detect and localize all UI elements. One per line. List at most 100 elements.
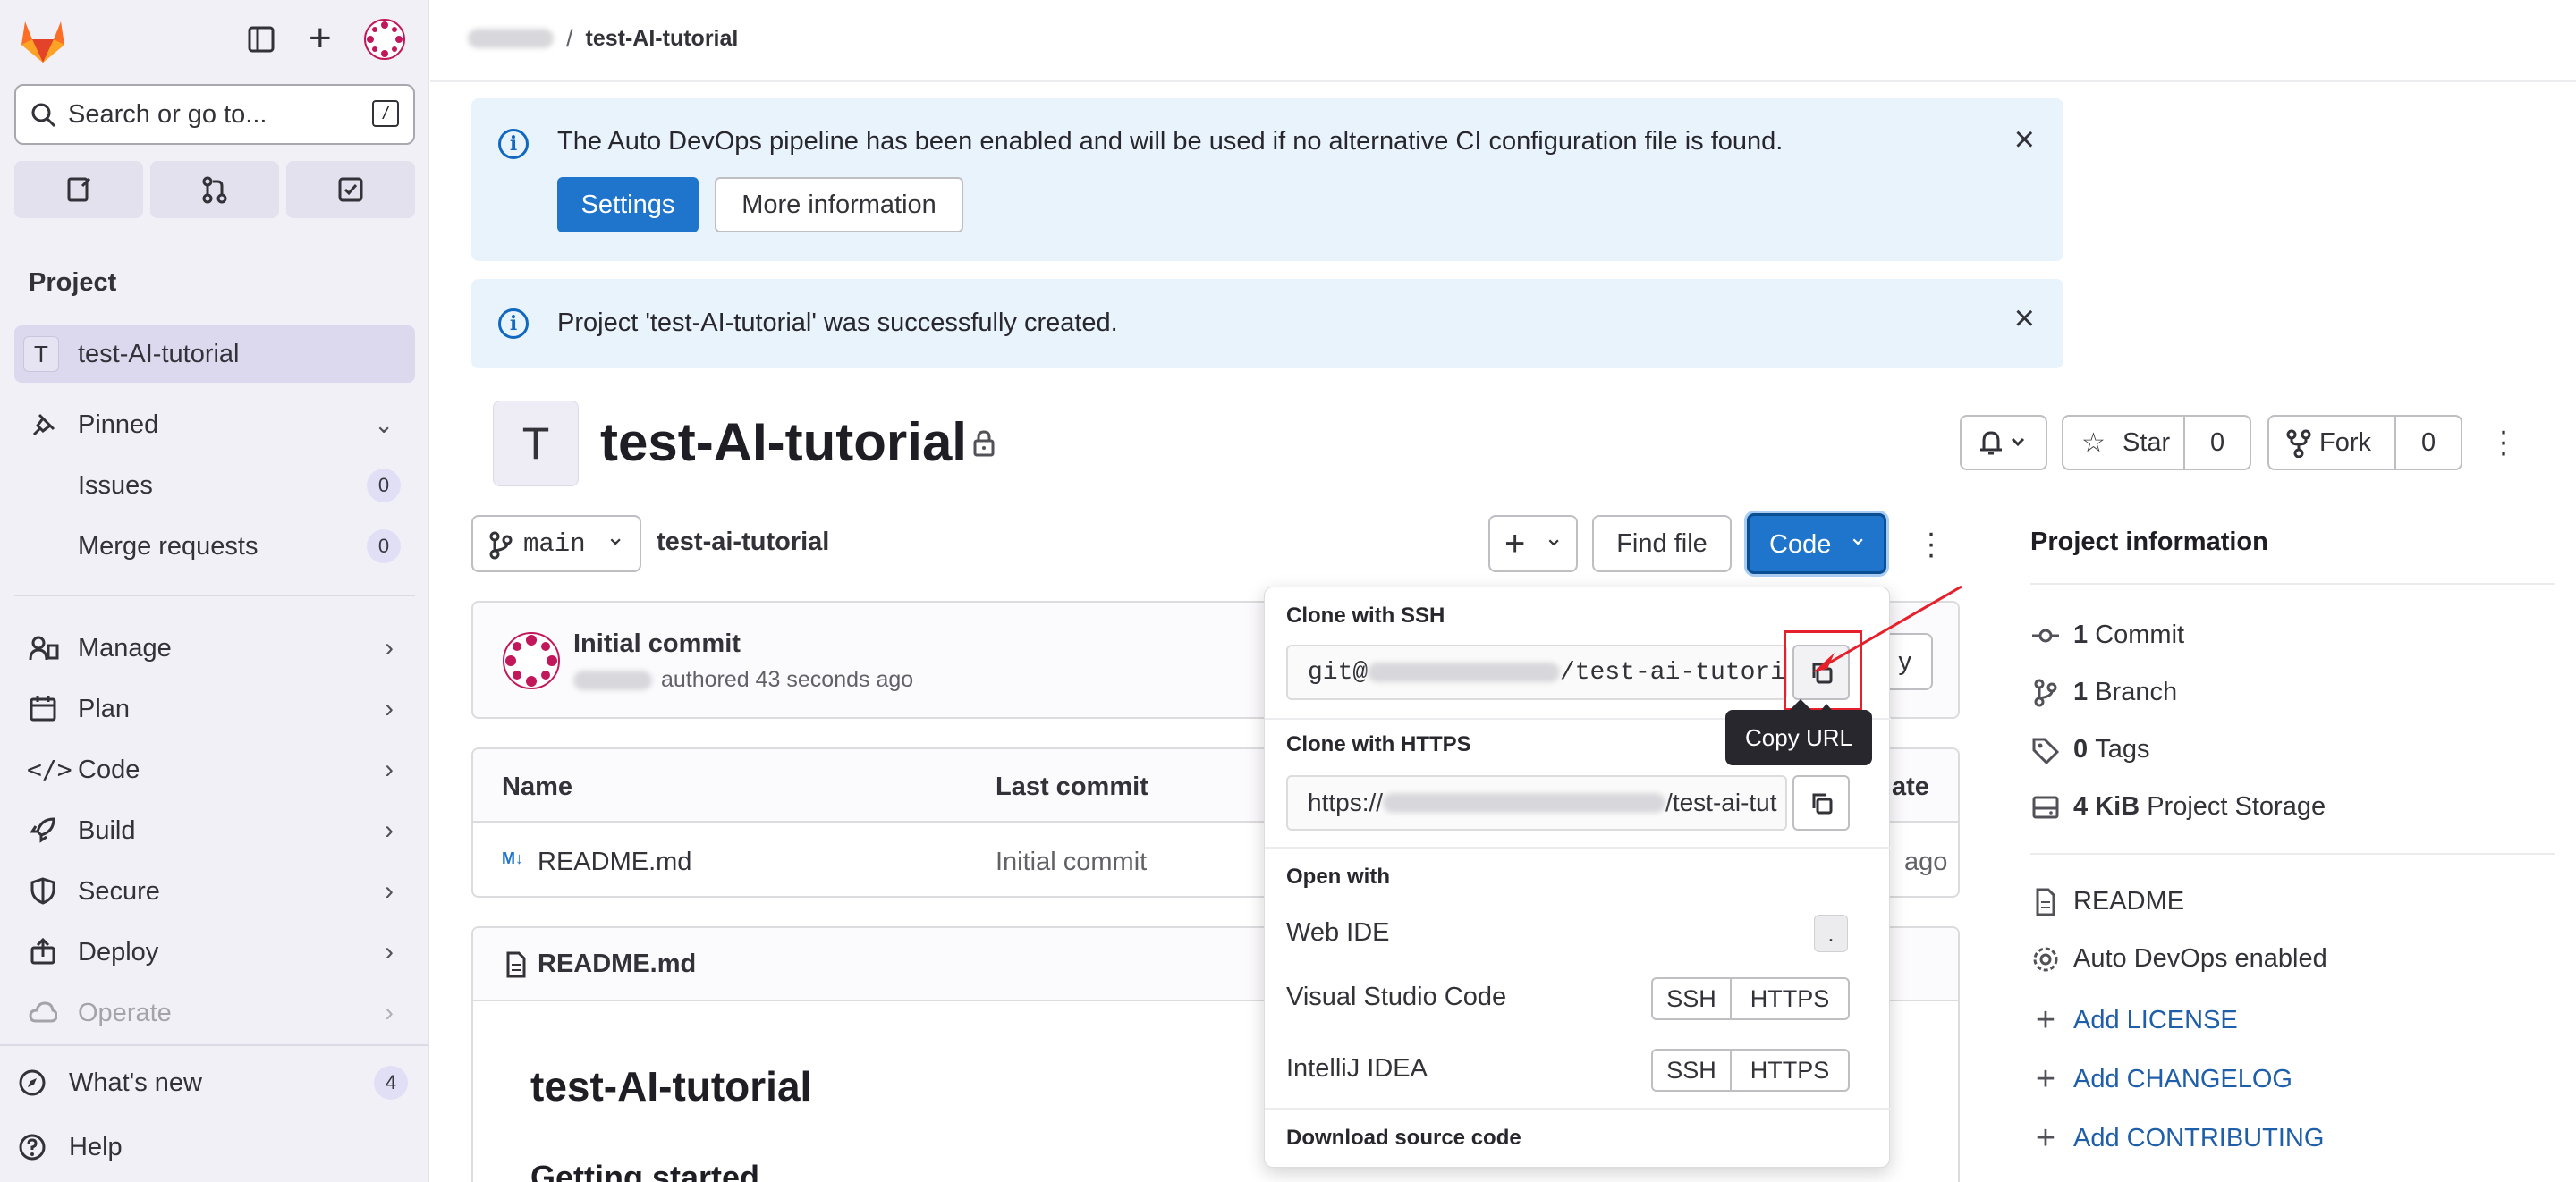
chevron-down-icon: ⌄ <box>374 410 394 438</box>
chevron-right-icon: › <box>385 876 394 906</box>
fork-button[interactable]: Fork 0 <box>2267 415 2462 470</box>
web-ide-label[interactable]: Web IDE <box>1286 918 1390 948</box>
file-last-commit[interactable]: Initial commit <box>996 848 1147 877</box>
plus-icon: + <box>2035 1001 2056 1039</box>
branch-selector[interactable]: main ⌄ <box>471 515 641 572</box>
sidebar-item-manage[interactable]: Manage › <box>16 621 415 676</box>
fork-count: 0 <box>2421 427 2436 457</box>
chevron-down-icon: ⌄ <box>1544 524 1563 551</box>
sidebar-item-label: Plan <box>78 694 131 723</box>
sidebar-item-operate[interactable]: Operate › <box>16 985 415 1041</box>
star-button[interactable]: ☆ Star 0 <box>2062 415 2251 470</box>
add-contributing-link[interactable]: + Add CONTRIBUTING <box>2030 1119 2324 1158</box>
file-name[interactable]: README.md <box>538 848 691 877</box>
commits-link[interactable]: 1 Commit <box>2030 621 2184 650</box>
users-icon <box>29 636 59 661</box>
commit-title[interactable]: Initial commit <box>573 629 741 659</box>
close-icon[interactable]: × <box>2014 299 2035 339</box>
breadcrumb-current[interactable]: test-AI-tutorial <box>586 26 739 52</box>
file-date: ago <box>1904 848 1948 876</box>
branch-icon <box>489 531 513 560</box>
more-actions-icon[interactable]: · · · <box>2495 416 2512 468</box>
chevron-down-icon: ⌄ <box>1848 523 1868 550</box>
intellij-https-button[interactable]: HTTPS <box>1732 1051 1848 1090</box>
web-ide-shortcut-key: . <box>1814 915 1848 952</box>
storage-link[interactable]: 4 KiB Project Storage <box>2030 792 2326 822</box>
help-link[interactable]: Help <box>7 1119 406 1175</box>
add-file-button[interactable]: + ⌄ <box>1488 515 1578 572</box>
todo-shortcut-button[interactable] <box>286 161 415 218</box>
vscode-ssh-button[interactable]: SSH <box>1653 979 1732 1018</box>
intellij-ssh-button[interactable]: SSH <box>1653 1051 1732 1090</box>
code-dropdown-button[interactable]: Code ⌄ <box>1747 513 1886 574</box>
rocket-icon <box>30 817 55 843</box>
sidebar-item-pinned[interactable]: Pinned ⌄ <box>16 397 415 452</box>
avatar[interactable] <box>363 18 406 61</box>
find-file-button[interactable]: Find file <box>1592 515 1732 572</box>
chevron-right-icon: › <box>385 998 394 1027</box>
clone-https-url-field[interactable]: https:// /test-ai-tut <box>1286 775 1787 831</box>
repository-path[interactable]: test-ai-tutorial <box>657 528 829 557</box>
issues-shortcut-button[interactable] <box>14 161 143 218</box>
merge-requests-shortcut-button[interactable] <box>150 161 279 218</box>
repository-actions-icon[interactable]: · · · <box>1922 518 1940 570</box>
sidebar-item-plan[interactable]: Plan › <box>16 681 415 737</box>
divider <box>0 1044 429 1046</box>
issues-count-badge: 0 <box>367 469 401 502</box>
https-url-prefix: https:// <box>1308 789 1384 816</box>
search-input[interactable]: Search or go to... / <box>14 84 415 145</box>
tags-label: Tags <box>2095 735 2150 764</box>
readme-header[interactable]: README.md <box>538 950 696 979</box>
readme-link[interactable]: README <box>2030 887 2184 916</box>
merge-requests-count-badge: 0 <box>367 529 401 563</box>
sidebar-toggle-icon[interactable] <box>247 25 275 54</box>
sidebar-item-project[interactable]: T test-AI-tutorial <box>14 325 415 383</box>
sidebar-item-issues[interactable]: Issues 0 <box>16 458 415 513</box>
sidebar-item-label: Code <box>78 755 140 784</box>
tags-link[interactable]: 0 Tags <box>2030 735 2149 764</box>
search-icon <box>31 103 56 128</box>
close-icon[interactable]: × <box>2014 120 2035 160</box>
commit-author-redacted[interactable] <box>573 670 652 690</box>
auto-devops-link[interactable]: Auto DevOps enabled <box>2030 944 2327 974</box>
copy-https-url-button[interactable] <box>1792 775 1850 831</box>
commit-meta-text: authored 43 seconds ago <box>661 667 914 692</box>
sidebar-item-deploy[interactable]: Deploy › <box>16 924 415 980</box>
sidebar-item-secure[interactable]: Secure › <box>16 864 415 919</box>
chevron-right-icon: › <box>385 694 394 723</box>
auto-devops-alert: i The Auto DevOps pipeline has been enab… <box>471 98 2063 261</box>
plus-icon: + <box>2035 1060 2056 1098</box>
notification-settings-button[interactable] <box>1960 415 2047 470</box>
bell-icon <box>1980 431 2025 455</box>
chevron-down-icon: ⌄ <box>606 525 625 552</box>
sidebar-item-code[interactable]: </> Code › <box>16 742 415 798</box>
sidebar-item-build[interactable]: Build › <box>16 803 415 858</box>
storage-size: 4 KiB <box>2073 792 2140 821</box>
add-license-link[interactable]: + Add LICENSE <box>2030 1001 2238 1040</box>
shield-icon <box>30 877 55 905</box>
breadcrumb-group-redacted[interactable] <box>468 29 554 48</box>
add-changelog-link[interactable]: + Add CHANGELOG <box>2030 1060 2292 1099</box>
settings-button[interactable]: Settings <box>557 177 699 232</box>
whats-new-link[interactable]: What's new 4 <box>7 1055 415 1110</box>
gear-icon <box>2033 947 2058 971</box>
plus-icon[interactable]: + <box>309 16 332 61</box>
project-created-alert: i Project 'test-AI-tutorial' was success… <box>471 279 2063 368</box>
whats-new-count-badge: 4 <box>374 1066 408 1100</box>
auto-devops-label: Auto DevOps enabled <box>2073 944 2327 973</box>
clone-ssh-url-field[interactable]: git@ /test-ai-tutori <box>1286 645 1787 700</box>
branches-link[interactable]: 1 Branch <box>2030 678 2177 707</box>
commit-author-avatar[interactable] <box>502 631 561 690</box>
gitlab-logo-icon[interactable] <box>18 18 68 64</box>
sidebar-item-label: Deploy <box>78 937 159 967</box>
sidebar-item-merge-requests[interactable]: Merge requests 0 <box>16 519 415 574</box>
markdown-icon: M↓ <box>502 849 523 867</box>
intellij-open-options: SSH HTTPS <box>1651 1049 1850 1092</box>
cloud-icon <box>29 1001 57 1023</box>
deploy-icon <box>30 937 55 965</box>
breadcrumb: / test-AI-tutorial <box>468 23 738 54</box>
plus-icon: + <box>1504 524 1526 563</box>
vscode-https-button[interactable]: HTTPS <box>1732 979 1848 1018</box>
more-information-button[interactable]: More information <box>715 177 963 232</box>
sidebar-item-label: Merge requests <box>78 531 258 561</box>
